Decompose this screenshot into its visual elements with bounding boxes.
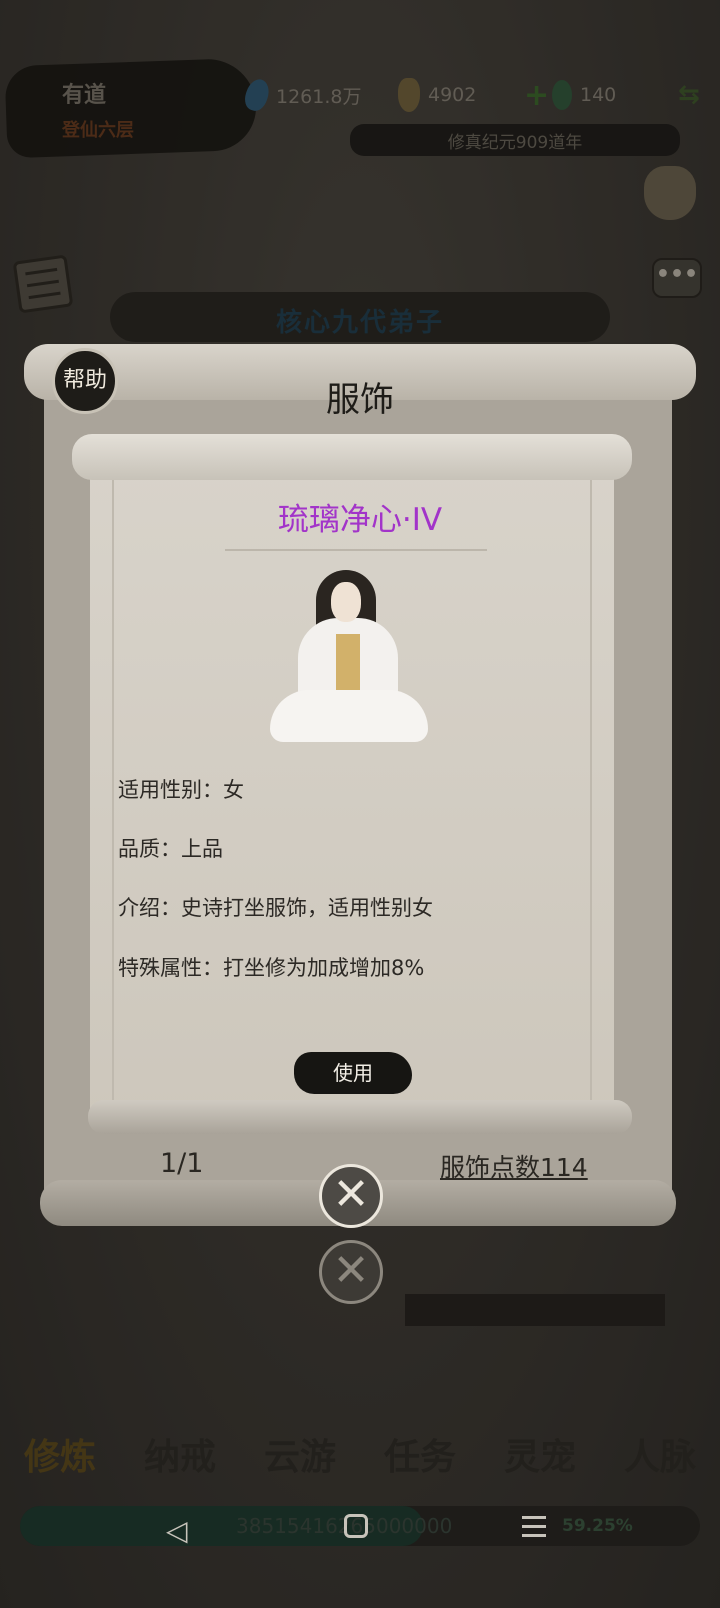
close-icon[interactable]: ✕ — [319, 1164, 383, 1228]
menu-icon[interactable] — [522, 1516, 546, 1543]
close-icon[interactable]: ✕ — [319, 1240, 383, 1304]
inner-scroll-roll-bottom — [88, 1100, 632, 1134]
page-indicator: 1/1 — [160, 1148, 204, 1179]
inner-scroll-roll-top — [72, 434, 632, 480]
costume-points-link[interactable]: 服饰点数114 — [440, 1148, 588, 1184]
help-button[interactable]: 帮助 — [52, 348, 118, 414]
attr-gender: 适用性别：女 — [118, 778, 244, 802]
costume-preview-image — [266, 562, 432, 748]
back-icon[interactable]: ◁ — [166, 1514, 188, 1547]
divider — [225, 549, 487, 551]
item-name: 琉璃净心·IV — [277, 502, 443, 538]
attr-description: 介绍：史诗打坐服饰，适用性别女 — [118, 896, 433, 920]
attr-special: 特殊属性：打坐修为加成增加8% — [118, 956, 425, 980]
use-button[interactable]: 使用 — [294, 1052, 412, 1094]
dialog-title: 服饰 — [326, 380, 394, 420]
attr-quality: 品质：上品 — [118, 837, 223, 861]
home-icon[interactable] — [344, 1514, 368, 1538]
